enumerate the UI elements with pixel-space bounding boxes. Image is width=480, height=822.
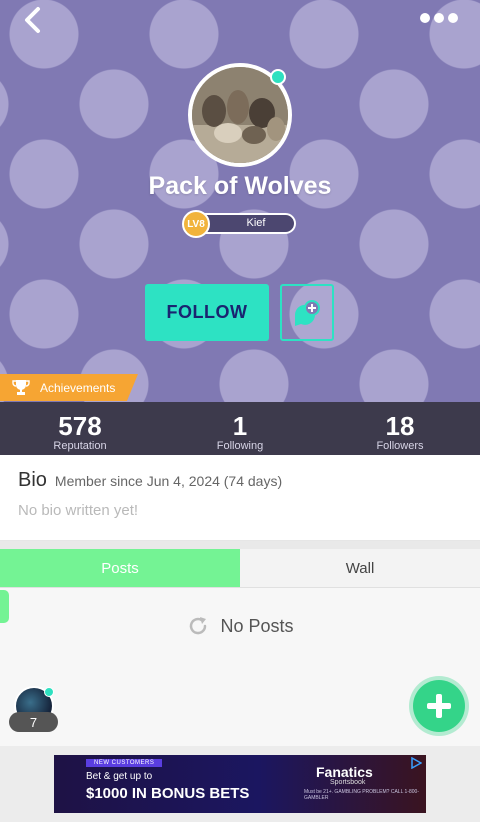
ad-brand-sub: Sportsbook xyxy=(330,779,366,786)
stat-value: 578 xyxy=(58,411,102,441)
refresh-icon[interactable] xyxy=(186,614,210,638)
bio-title: Bio xyxy=(18,469,47,491)
stat-reputation[interactable]: 578 Reputation xyxy=(0,402,160,455)
member-since: Member since Jun 4, 2024 (74 days) xyxy=(54,473,283,489)
stats-bar: 578 Reputation 1 Following 18 Followers xyxy=(0,402,480,455)
ad-line1: Bet & get up to xyxy=(86,771,153,782)
back-button[interactable] xyxy=(18,6,48,36)
tab-posts[interactable]: Posts xyxy=(0,549,240,587)
stat-label: Reputation xyxy=(53,440,107,452)
ad-fine-print: Must be 21+. GAMBLING PROBLEM? CALL 1-80… xyxy=(304,789,420,801)
level-title: Kief xyxy=(246,217,266,229)
posts-content xyxy=(0,588,480,746)
chevron-left-icon xyxy=(25,7,40,33)
chat-button[interactable] xyxy=(280,284,334,341)
profile-tabs: Posts Wall xyxy=(0,549,480,588)
banner-ad[interactable]: NEW CUSTOMERS Bet & get up to $1000 IN B… xyxy=(54,755,426,813)
follow-button[interactable]: FOLLOW xyxy=(145,284,269,341)
stat-value: 18 xyxy=(385,411,415,441)
no-posts-label: No Posts xyxy=(220,615,294,636)
ad-tag: NEW CUSTOMERS xyxy=(86,759,163,767)
empty-posts-state: No Posts xyxy=(0,614,480,638)
stat-label: Followers xyxy=(376,440,424,452)
stat-following[interactable]: 1 Following xyxy=(160,402,320,455)
polka-dot-pattern xyxy=(0,0,480,402)
chat-plus-icon xyxy=(294,299,320,326)
live-member-count[interactable]: 7 xyxy=(9,712,58,732)
profile-header xyxy=(0,0,480,402)
plus-icon xyxy=(427,694,451,718)
create-post-button[interactable] xyxy=(413,680,465,732)
stat-value: 1 xyxy=(232,411,248,441)
online-status-dot xyxy=(270,69,286,85)
level-badge: LV8 xyxy=(182,210,210,238)
profile-name: Pack of Wolves xyxy=(148,172,332,200)
bio-text: No bio written yet! xyxy=(18,502,139,519)
adchoices-icon[interactable] xyxy=(410,757,422,769)
ad-line2: $1000 IN BONUS BETS xyxy=(86,785,250,802)
tab-wall[interactable]: Wall xyxy=(240,549,480,587)
trophy-icon xyxy=(12,380,30,395)
more-dots-icon xyxy=(420,13,430,23)
achievements-banner[interactable]: Achievements xyxy=(0,374,138,401)
ad-brand: Fanatics xyxy=(316,764,373,780)
more-options-button[interactable] xyxy=(420,8,460,28)
stat-label: Following xyxy=(216,440,264,452)
profile-avatar[interactable] xyxy=(188,63,292,167)
live-status-dot xyxy=(44,687,54,697)
bio-section: Bio Member since Jun 4, 2024 (74 days) N… xyxy=(0,455,480,541)
achievements-label: Achievements xyxy=(40,380,116,395)
section-divider xyxy=(0,541,480,549)
stat-followers[interactable]: 18 Followers xyxy=(320,402,480,455)
